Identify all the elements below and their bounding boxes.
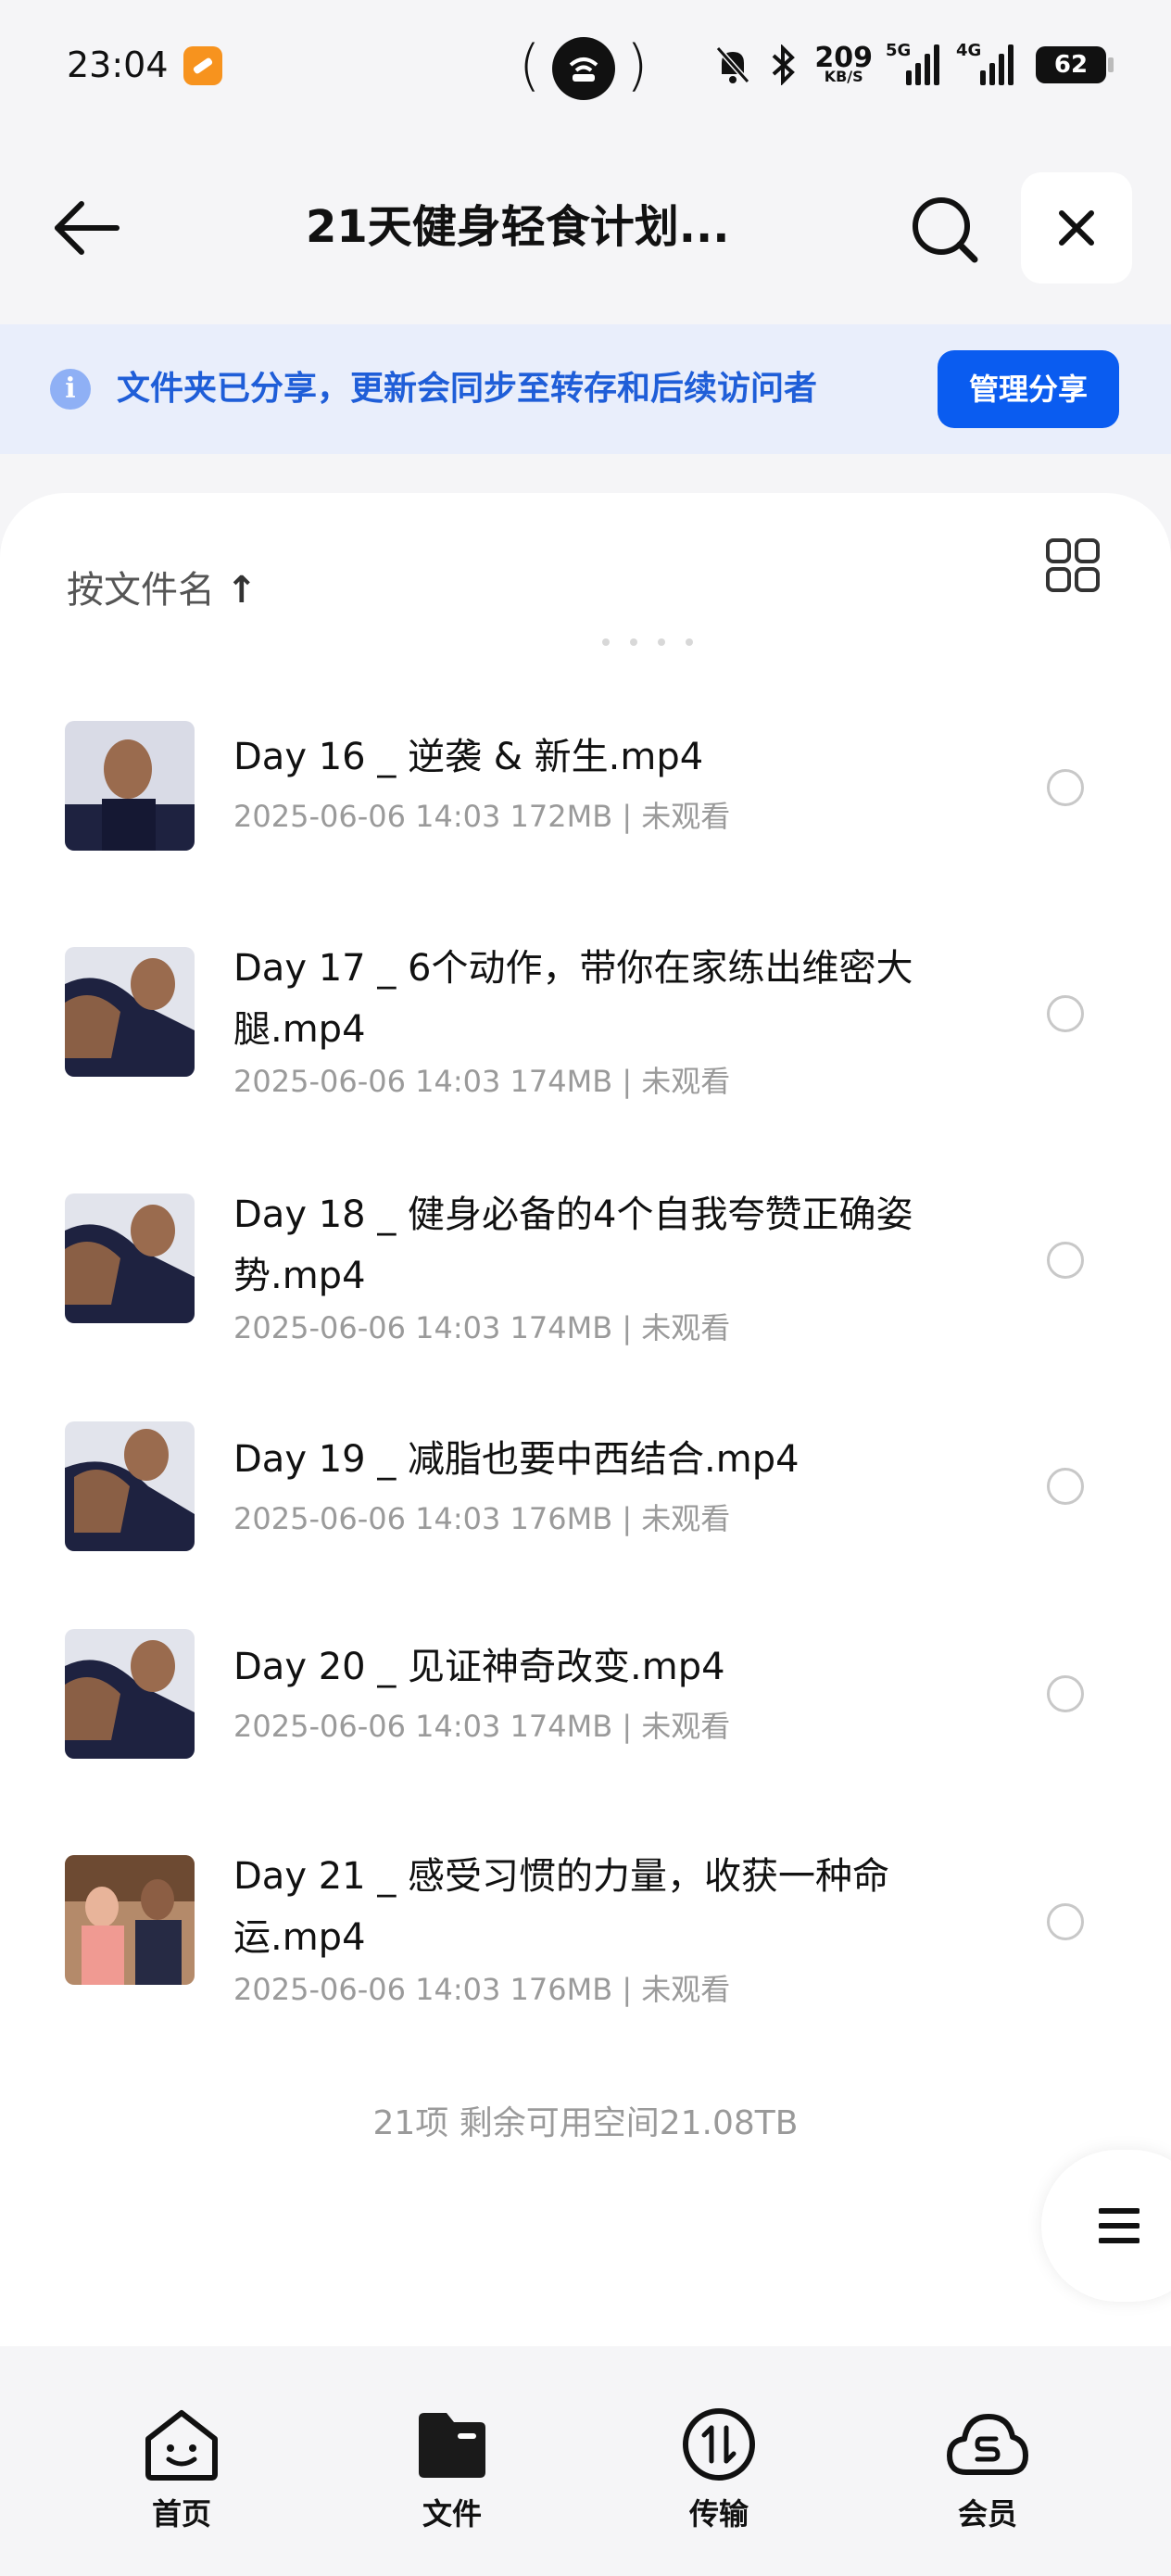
tab-home[interactable]: 首页 xyxy=(89,2407,274,2533)
tab-label: 会员 xyxy=(957,2496,1017,2532)
file-meta: 2025-06-06 14:03 174MB | 未观看 xyxy=(233,1064,731,1099)
video-thumbnail xyxy=(65,1193,195,1323)
bluetooth-icon xyxy=(773,44,796,85)
status-bar: 23:04 ( ) 209 KB/S 5G 4G 62 xyxy=(0,0,1171,139)
home-face-icon xyxy=(145,2410,218,2481)
back-button[interactable] xyxy=(52,200,122,256)
storage-summary: 21项 剩余可用空间21.08TB xyxy=(372,2104,799,2142)
select-checkbox[interactable] xyxy=(1047,1903,1084,1940)
back-arrow-icon xyxy=(55,201,120,255)
file-name: Day 16 _ 逆袭 & 新生.mp4 xyxy=(233,736,704,778)
file-row[interactable]: Day 18 _ 健身必备的4个自我夸赞正确姿势.mp4 2025-06-06 … xyxy=(0,1184,1171,1370)
file-meta: 2025-06-06 14:03 174MB | 未观看 xyxy=(233,1709,731,1744)
sort-arrow-icon: ↑ xyxy=(226,569,258,612)
video-thumbnail xyxy=(65,1855,195,1985)
select-checkbox[interactable] xyxy=(1047,1242,1084,1279)
tab-files[interactable]: 文件 xyxy=(359,2407,545,2533)
file-row[interactable]: Day 20 _ 见证神奇改变.mp4 2025-06-06 14:03 174… xyxy=(0,1627,1171,1794)
transfer-icon xyxy=(683,2408,755,2481)
file-row[interactable]: Day 16 _ 逆袭 & 新生.mp4 2025-06-06 14:03 17… xyxy=(0,715,1171,882)
file-row[interactable]: Day 21 _ 感受习惯的力量，收获一种命运.mp4 2025-06-06 1… xyxy=(0,1846,1171,2031)
mute-bell-icon xyxy=(716,46,750,83)
sort-label: 按文件名 xyxy=(67,569,215,612)
sort-by-name-button[interactable]: 按文件名 ↑ xyxy=(67,539,258,641)
manage-share-button[interactable]: 管理分享 xyxy=(938,350,1119,428)
hotspot-icon xyxy=(552,37,615,100)
tab-transfer[interactable]: 传输 xyxy=(626,2407,812,2533)
video-thumbnail xyxy=(65,1629,195,1759)
cast-indicator: ( ) xyxy=(519,33,648,100)
signal-5g-icon: 5G xyxy=(886,41,943,85)
tab-label: 传输 xyxy=(688,2496,749,2532)
app-notification-icon xyxy=(183,46,222,85)
close-icon xyxy=(1059,210,1094,246)
folder-icon xyxy=(419,2413,485,2478)
select-checkbox[interactable] xyxy=(1047,1675,1084,1712)
share-banner: i 文件夹已分享，更新会同步至转存和后续访问者 管理分享 xyxy=(0,324,1171,454)
status-icons: 209 KB/S 5G 4G 62 xyxy=(714,37,1114,93)
search-button[interactable] xyxy=(910,195,980,265)
file-meta: 2025-06-06 14:03 176MB | 未观看 xyxy=(233,1501,731,1536)
nav-bar: 21天健身轻食计划... xyxy=(0,167,1171,287)
grid-view-icon xyxy=(1046,538,1100,592)
video-thumbnail xyxy=(65,721,195,851)
share-banner-text: 文件夹已分享，更新会同步至转存和后续访问者 xyxy=(117,370,818,408)
net-speed: 209 KB/S xyxy=(814,42,873,85)
video-thumbnail xyxy=(65,947,195,1077)
file-name: Day 19 _ 减脂也要中西结合.mp4 xyxy=(233,1438,800,1481)
page-title: 21天健身轻食计划... xyxy=(306,201,730,253)
select-checkbox[interactable] xyxy=(1047,769,1084,806)
file-row[interactable]: Day 19 _ 减脂也要中西结合.mp4 2025-06-06 14:03 1… xyxy=(0,1420,1171,1586)
bottom-tab-bar: 首页 文件 传输 会员 xyxy=(0,2380,1171,2576)
status-time: 23:04 xyxy=(67,44,169,85)
file-name: Day 18 _ 健身必备的4个自我夸赞正确姿势.mp4 xyxy=(233,1193,913,1297)
menu-icon xyxy=(1099,2208,1140,2243)
close-button[interactable] xyxy=(1021,172,1132,284)
tab-label: 首页 xyxy=(151,2496,211,2532)
file-name: Day 20 _ 见证神奇改变.mp4 xyxy=(233,1646,725,1688)
signal-4g-icon: 4G xyxy=(956,41,1017,85)
grid-view-toggle[interactable] xyxy=(1045,537,1101,593)
search-icon xyxy=(913,197,978,263)
select-checkbox[interactable] xyxy=(1047,1468,1084,1505)
tab-label: 文件 xyxy=(422,2496,482,2532)
file-meta: 2025-06-06 14:03 172MB | 未观看 xyxy=(233,799,731,834)
tab-member[interactable]: 会员 xyxy=(895,2407,1080,2533)
info-icon: i xyxy=(50,369,91,410)
file-meta: 2025-06-06 14:03 176MB | 未观看 xyxy=(233,1972,731,2007)
file-list-panel: 按文件名 ↑ Day 16 _ 逆袭 & 新生.mp4 2025-06-06 14… xyxy=(0,493,1171,2346)
file-name: Day 17 _ 6个动作，带你在家练出维密大腿.mp4 xyxy=(233,947,913,1051)
battery-icon: 62 xyxy=(1036,46,1114,83)
video-thumbnail xyxy=(65,1421,195,1551)
file-meta: 2025-06-06 14:03 174MB | 未观看 xyxy=(233,1310,731,1345)
file-row[interactable]: Day 17 _ 6个动作，带你在家练出维密大腿.mp4 2025-06-06 … xyxy=(0,938,1171,1123)
file-name: Day 21 _ 感受习惯的力量，收获一种命运.mp4 xyxy=(233,1855,890,1959)
select-checkbox[interactable] xyxy=(1047,995,1084,1032)
member-cloud-icon xyxy=(947,2414,1028,2475)
pull-hint xyxy=(602,632,732,646)
